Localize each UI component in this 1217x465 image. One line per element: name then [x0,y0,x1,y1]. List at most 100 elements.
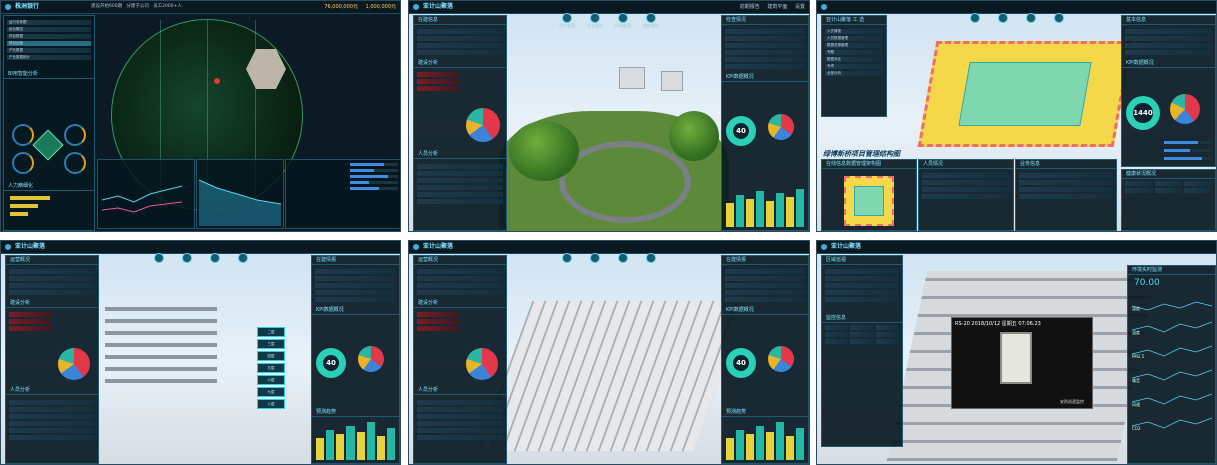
table-row[interactable] [825,283,899,288]
nav-button[interactable] [640,253,662,263]
panel-building-floors: 亚计山聚落 运营概况 建设分析 人员分析 二层 三层 四层 五层 六层 七层 八… [0,240,401,465]
menu-item[interactable]: 全部分析 [825,71,883,76]
menu-item[interactable]: 专题 [825,50,883,55]
floor-label[interactable]: 四层 [257,351,285,361]
nav-button[interactable] [176,253,198,263]
nav-item[interactable]: 产业数据统计 [7,55,91,60]
nav-button[interactable]: 安全管理 [584,13,606,29]
menu-item[interactable]: 人员数据管理 [825,36,883,41]
nav-button[interactable] [204,253,226,263]
nav-item[interactable]: 运行总体图 [7,20,91,25]
table-row[interactable] [825,290,899,295]
nav-button[interactable] [584,253,606,263]
camera-item[interactable] [825,332,849,337]
nav-item[interactable]: 综合概览 [7,27,91,32]
nav-buttons [556,253,662,263]
floor-label[interactable]: 三层 [257,339,285,349]
legend-row [9,319,51,324]
nav-button[interactable] [964,13,986,23]
table-row [1125,50,1212,55]
area-chart-b-svg [198,179,282,226]
nav-button[interactable] [992,13,1014,23]
floor-label[interactable]: 八层 [257,399,285,409]
camera-item[interactable] [850,332,874,337]
table-row[interactable] [825,276,899,281]
stat-value: 76,000,000元 [324,4,358,10]
menu-item[interactable]: 数据资源管理 [825,43,883,48]
legend-row [417,79,459,84]
table-row [9,407,95,412]
pie-chart [466,108,500,142]
table-row [725,290,805,295]
door-image [1000,332,1032,384]
camera-item[interactable] [875,325,899,330]
camera-item[interactable] [875,332,899,337]
table-row [417,421,503,426]
floor-label[interactable]: 二层 [257,327,285,337]
table-row [725,64,805,69]
section-title: KPI数据概况 [722,73,808,82]
camera-item[interactable] [850,325,874,330]
floor-label[interactable]: 七层 [257,387,285,397]
menu-item[interactable]: 专项 [825,64,883,69]
menu-item[interactable]: 数据对比 [825,57,883,62]
legend-row [417,86,459,91]
panel-surveillance: 亚计山聚落 区域巡视 监控信息 RS-20 2018/10/12 星期五 07:… [816,240,1217,465]
nav-button[interactable] [148,253,170,263]
app-title: 亚计山聚落 [423,243,454,250]
section-title: 人员情况 [919,160,1013,169]
camera-item[interactable] [825,325,849,330]
logo-icon [5,4,11,10]
table-row[interactable] [825,297,899,302]
nav-button[interactable]: 环境管理 [612,13,634,29]
section-title: 运营概况 [6,256,98,265]
table-row [417,29,503,34]
table-row [725,283,805,288]
legend-row [417,312,459,317]
mini-site-plan [844,176,894,226]
camera-item[interactable] [875,339,899,344]
progress-bar [350,169,398,172]
menu-link[interactable]: 前期报告 [740,4,760,10]
menu-item[interactable]: 人员情报 [825,29,883,34]
nav-button[interactable] [1020,13,1042,23]
top-bar: 株洲银行 建设开始600期 分建子公司 员工2000+人 76,000,000元… [1,1,400,14]
camera-video-feed[interactable]: RS-20 2018/10/12 星期五 07:06:23 安防巡逻监控 [951,317,1093,409]
nav-item[interactable]: 项目运营 [7,41,91,46]
nav-item[interactable]: 产业数据 [7,48,91,53]
section-title: 建设分析 [414,299,506,308]
nav-button[interactable]: 生产管理 [556,13,578,29]
section-title: 环境实时监测 [1128,266,1215,275]
section-title: 建设分析 [6,299,98,308]
temperature-readout: 70.00 [1134,278,1160,288]
table-row [725,36,805,41]
nav-button[interactable] [556,253,578,263]
nav-button[interactable] [612,253,634,263]
camera-item[interactable] [850,339,874,344]
floor-label[interactable]: 五层 [257,363,285,373]
grid-cell [1154,188,1183,193]
sensor-label: 温度 [1132,330,1140,335]
table-row [9,400,95,405]
table-row [417,178,503,183]
table-row [417,192,503,197]
menu-link[interactable]: 建筑平面 [767,4,787,10]
table-row [417,407,503,412]
section-title: 预测趋势 [722,408,808,417]
camera-item[interactable] [825,339,849,344]
table-row [725,269,805,274]
nav-button[interactable] [1048,13,1070,23]
nav-button[interactable] [232,253,254,263]
env-monitor-panel: 环境实时监测 70.00 湿度 温度 PM2.5 噪音 风速 CO2 [1127,265,1216,464]
floor-label[interactable]: 六层 [257,375,285,385]
gauge-chart [12,124,34,146]
table-row [9,421,95,426]
table-row [725,50,805,55]
bottom-panel-b: 人员情况 [918,159,1014,231]
nav-button[interactable]: 能耗管理 [640,13,662,29]
menu-link[interactable]: 设置 [795,4,805,10]
nav-item[interactable]: 项目数据 [7,34,91,39]
table-row[interactable] [825,269,899,274]
legend-row [9,312,51,317]
table-row [315,283,396,288]
